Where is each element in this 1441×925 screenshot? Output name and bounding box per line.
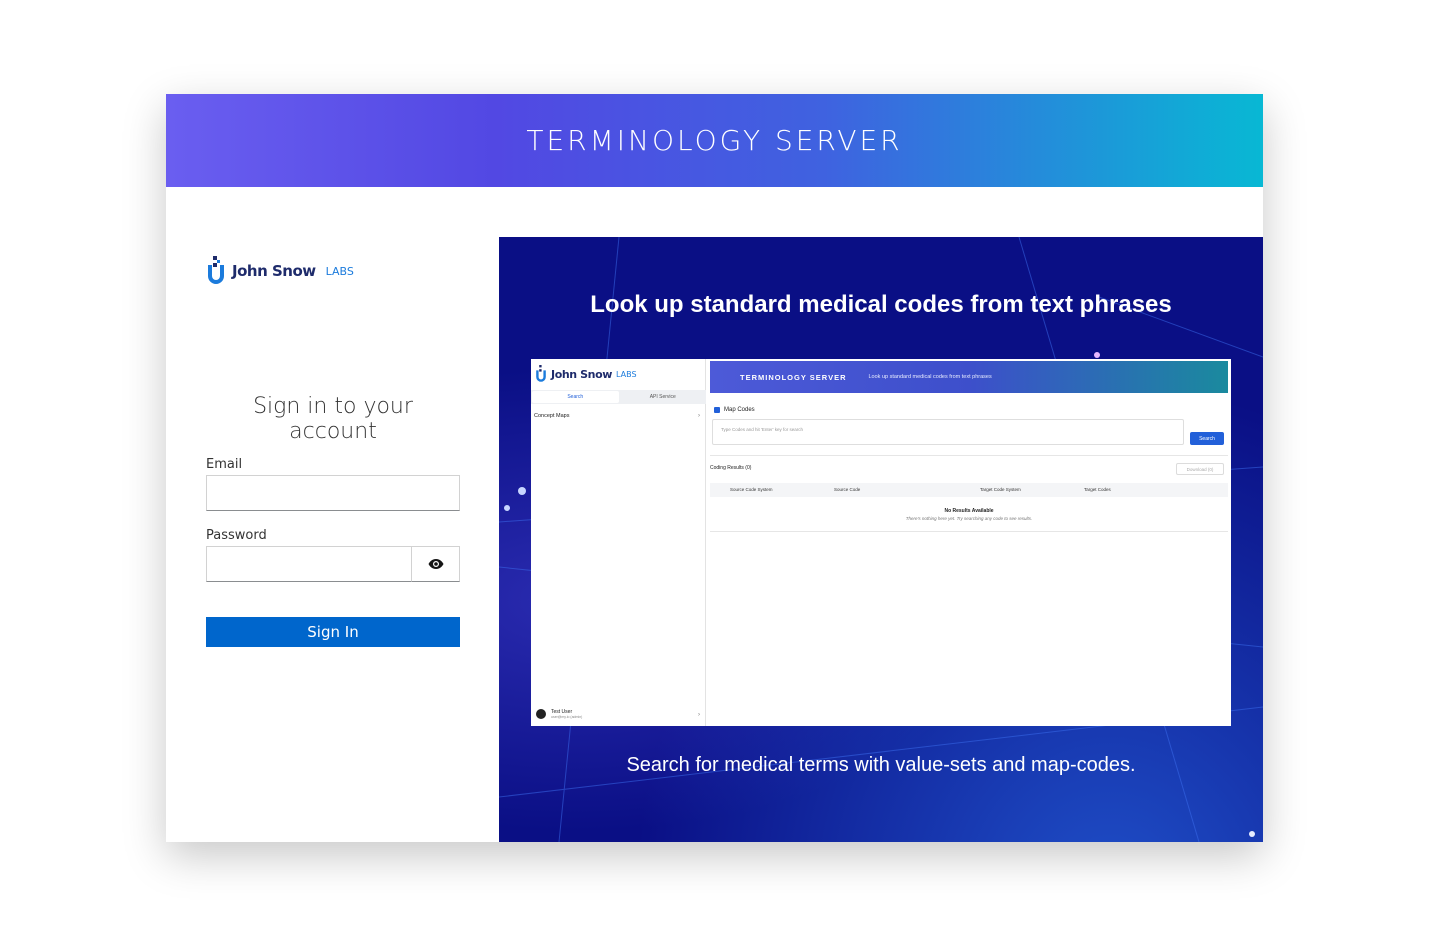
preview-user-sub: user@my.io (admin): [551, 715, 583, 719]
preview-banner-title: TERMINOLOGY SERVER: [740, 372, 847, 382]
promo-subtitle: Search for medical terms with value-sets…: [626, 754, 1136, 776]
brand-suffix: LABS: [325, 264, 354, 278]
preview-tabs: Search API Service: [531, 390, 706, 404]
preview-results-label: Coding Results (0): [710, 465, 752, 471]
brand-logo: John Snow LABS: [206, 254, 460, 288]
preview-col-source-system: Source Code System: [730, 487, 773, 492]
app-preview-screenshot: John Snow LABS Search API Service Concep…: [531, 359, 1231, 726]
signin-heading: Sign in to your account: [253, 394, 413, 444]
preview-checkbox: [714, 407, 720, 413]
preview-tab-search: Search: [532, 391, 619, 403]
promo-panel: Look up standard medical codes from text…: [499, 237, 1263, 842]
preview-col-target-system: Target Code System: [980, 487, 1021, 492]
preview-banner-tagline: Look up standard medical codes from text…: [868, 374, 992, 380]
show-password-button[interactable]: [411, 546, 460, 582]
preview-table-bottom: [710, 531, 1228, 532]
preview-tab-api-service: API Service: [649, 394, 676, 400]
preview-chevron-right-icon: ›: [698, 413, 700, 419]
preview-logo-icon: [536, 365, 546, 382]
password-label: Password: [206, 528, 267, 543]
header-banner: TERMINOLOGY SERVER: [166, 94, 1263, 187]
preview-brand-name: John Snow: [551, 367, 613, 381]
preview-search-input: Type Codes and hit 'Enter' key for searc…: [712, 419, 1184, 445]
preview-logo: John Snow LABS: [535, 365, 637, 383]
app-title: TERMINOLOGY SERVER: [526, 124, 903, 157]
preview-brand-suffix: LABS: [616, 369, 637, 379]
preview-empty-title: No Results Available: [944, 508, 994, 514]
preview-table-header: Source Code System Source Code Target Co…: [710, 483, 1228, 497]
logo-icon: [208, 256, 224, 284]
preview-sidebar: John Snow LABS Search API Service Concep…: [531, 359, 706, 726]
preview-main: TERMINOLOGY SERVER Look up standard medi…: [706, 359, 1231, 726]
password-group: [206, 546, 460, 582]
login-card: TERMINOLOGY SERVER John Snow LABS Sign in…: [166, 94, 1263, 842]
preview-empty-subtitle: There's nothing here yet. Try searching …: [905, 516, 1033, 521]
preview-concept-maps: Concept Maps: [534, 413, 570, 419]
promo-title: Look up standard medical codes from text…: [590, 291, 1172, 318]
email-label: Email: [206, 457, 243, 472]
password-field[interactable]: [206, 546, 412, 582]
preview-user-chevron-icon: ›: [698, 712, 700, 718]
preview-search-button: Search: [1190, 432, 1224, 445]
login-panel: John Snow LABS Sign in to your account Em…: [206, 254, 460, 647]
preview-col-target-codes: Target Codes: [1084, 487, 1111, 492]
preview-avatar: [536, 709, 546, 719]
email-field[interactable]: [206, 475, 460, 511]
preview-col-source-code: Source Code: [834, 487, 861, 492]
preview-banner: TERMINOLOGY SERVER Look up standard medi…: [710, 361, 1228, 393]
sign-in-button[interactable]: Sign In: [206, 617, 460, 647]
brand-name: John Snow: [232, 262, 316, 280]
preview-map-codes-label: Map Codes: [724, 407, 755, 413]
preview-map-codes: Map Codes: [714, 407, 755, 413]
preview-divider: [710, 455, 1228, 456]
eye-icon: [428, 559, 443, 569]
preview-download-button: Download (0): [1176, 463, 1224, 475]
preview-user: Test User user@my.io (admin): [536, 709, 582, 719]
